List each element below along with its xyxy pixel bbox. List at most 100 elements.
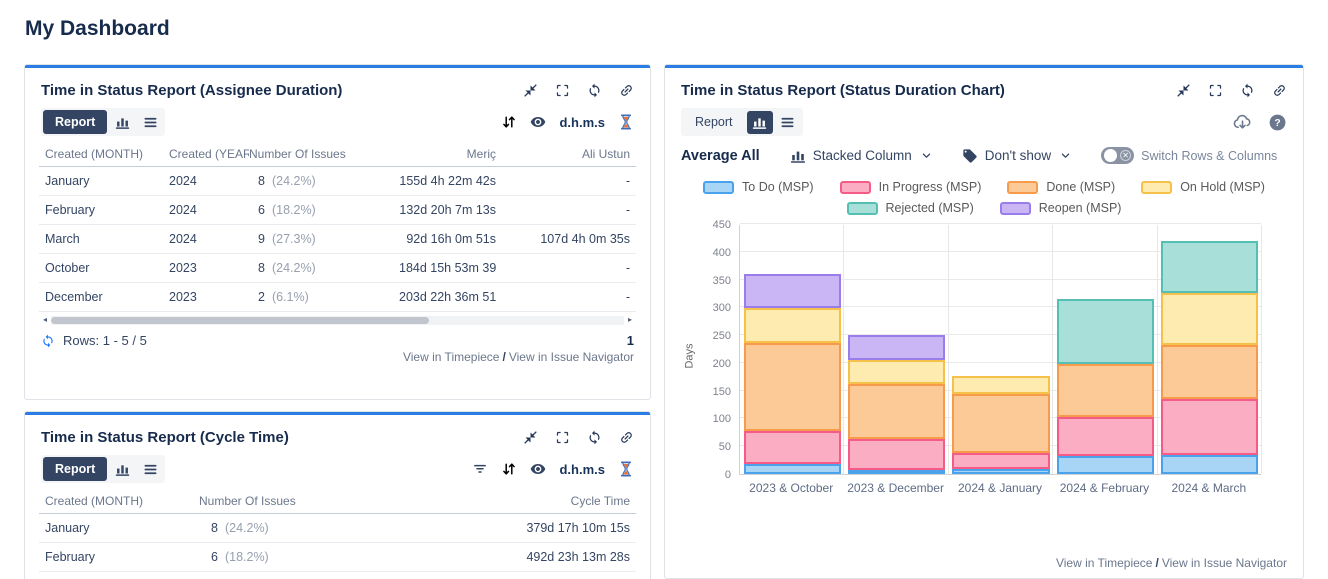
bar-segment — [1161, 293, 1258, 345]
col-header[interactable]: Ali Ustun — [496, 147, 630, 161]
chart-plot-area — [739, 225, 1261, 475]
cell-issues: 8(24.2%) — [249, 174, 399, 188]
cell-duration: - — [496, 261, 630, 275]
sort-icon[interactable] — [501, 461, 517, 477]
link-icon[interactable] — [619, 430, 634, 445]
list-menu-icon[interactable] — [137, 111, 163, 134]
cell-month: December — [45, 290, 169, 304]
cell-duration: 184d 15h 53m 39s — [399, 261, 496, 275]
metric-eye-icon[interactable] — [530, 114, 546, 130]
bar-chart-icon — [790, 148, 806, 164]
gadget-title: Time in Status Report (Status Duration C… — [681, 82, 1005, 99]
list-menu-icon[interactable] — [137, 458, 163, 481]
cell-year: 2023 — [169, 261, 249, 275]
table-row: March 2024 9(27.3%) 92d 16h 0m 51s 107d … — [39, 225, 636, 254]
cell-duration: 379d 17h 10m 15s — [410, 521, 630, 535]
legend-swatch — [840, 181, 871, 194]
legend-swatch — [703, 181, 734, 194]
toggle-off-x-icon: ✕ — [1120, 150, 1131, 161]
fullscreen-icon[interactable] — [555, 83, 570, 98]
bar-segment — [1057, 364, 1154, 417]
legend-item[interactable]: In Progress (MSP) — [840, 180, 982, 194]
legend-item[interactable]: Rejected (MSP) — [847, 201, 974, 215]
fullscreen-icon[interactable] — [555, 430, 570, 445]
legend-item[interactable]: Reopen (MSP) — [1000, 201, 1122, 215]
average-all-label[interactable]: Average All — [681, 148, 760, 164]
list-menu-icon[interactable] — [775, 111, 801, 134]
report-tab[interactable]: Report — [43, 457, 107, 481]
hourglass-icon[interactable] — [618, 114, 634, 130]
time-unit-label[interactable]: d.h.m.s — [559, 462, 605, 477]
bar-2024-february — [1053, 299, 1157, 474]
cell-duration: 492d 23h 13m 28s — [410, 550, 630, 564]
table-row: December 2023 2(6.1%) 203d 22h 36m 51s - — [39, 283, 636, 312]
fullscreen-icon[interactable] — [1208, 83, 1223, 98]
stacked-column-chart: Days 050100150200250300350400450 — [679, 225, 1289, 475]
scrollbar-track[interactable] — [51, 316, 624, 325]
tag-icon — [962, 148, 978, 164]
chart-type-dropdown[interactable]: Stacked Column — [790, 148, 932, 164]
switch-rows-columns-toggle[interactable]: ✕ — [1101, 147, 1134, 164]
col-header[interactable]: Cycle Time — [410, 494, 630, 508]
y-axis-title: Days — [679, 225, 695, 475]
col-header[interactable]: Number Of Issues — [199, 494, 410, 508]
collapse-icon[interactable] — [523, 83, 538, 98]
table-row: February 6(18.2%) 492d 23h 13m 28s — [39, 543, 636, 572]
cell-duration: 92d 16h 0m 51s — [399, 232, 496, 246]
cycle-table: Created (MONTH) Number Of Issues Cycle T… — [25, 484, 650, 572]
page-number[interactable]: 1 — [627, 333, 634, 348]
table-row: January 8(24.2%) 379d 17h 10m 15s — [39, 514, 636, 543]
refresh-icon[interactable] — [587, 83, 602, 98]
chevron-down-icon — [1060, 150, 1071, 161]
refresh-icon[interactable] — [1240, 83, 1255, 98]
bar-segment — [744, 274, 841, 308]
legend-item[interactable]: On Hold (MSP) — [1141, 180, 1265, 194]
legend-swatch — [1007, 181, 1038, 194]
col-header[interactable]: Number Of Issues — [249, 147, 399, 161]
link-icon[interactable] — [1272, 83, 1287, 98]
metric-eye-icon[interactable] — [530, 461, 546, 477]
chart-view-icon[interactable] — [747, 111, 773, 134]
cell-duration: 132d 20h 7m 13s — [399, 203, 496, 217]
cell-duration: 203d 22h 36m 51s — [399, 290, 496, 304]
legend-item[interactable]: To Do (MSP) — [703, 180, 814, 194]
col-header[interactable]: Meriç — [399, 147, 496, 161]
bar-segment — [1161, 455, 1258, 474]
view-in-timepiece-link[interactable]: View in Timepiece — [1056, 556, 1153, 570]
view-in-issue-navigator-link[interactable]: View in Issue Navigator — [1162, 556, 1287, 570]
link-icon[interactable] — [619, 83, 634, 98]
cell-year: 2024 — [169, 203, 249, 217]
report-tab[interactable]: Report — [683, 110, 745, 134]
label-display-dropdown[interactable]: Don't show — [962, 148, 1071, 164]
gridline — [740, 223, 1261, 224]
refresh-icon[interactable] — [587, 430, 602, 445]
legend-item[interactable]: Done (MSP) — [1007, 180, 1115, 194]
view-in-timepiece-link[interactable]: View in Timepiece — [403, 350, 500, 364]
collapse-icon[interactable] — [1176, 83, 1191, 98]
bar-segment — [1161, 241, 1258, 294]
time-unit-label[interactable]: d.h.m.s — [559, 115, 605, 130]
legend-label: Rejected (MSP) — [886, 201, 974, 215]
rows-refresh-icon[interactable] — [41, 334, 55, 348]
scrollbar-thumb[interactable] — [51, 317, 429, 324]
download-icon[interactable] — [1232, 112, 1253, 133]
col-header[interactable]: Created (MONTH) — [45, 147, 169, 161]
view-in-issue-navigator-link[interactable]: View in Issue Navigator — [509, 350, 634, 364]
collapse-icon[interactable] — [523, 430, 538, 445]
chart-view-icon[interactable] — [109, 111, 135, 134]
bar-segment — [744, 431, 841, 464]
scroll-left-icon[interactable]: ◂ — [40, 315, 50, 325]
sort-icon[interactable] — [501, 114, 517, 130]
bar-segment — [1161, 345, 1258, 399]
hourglass-icon[interactable] — [618, 461, 634, 477]
help-icon[interactable] — [1268, 113, 1287, 132]
scroll-right-icon[interactable]: ▸ — [625, 315, 635, 325]
report-tab[interactable]: Report — [43, 110, 107, 134]
horizontal-scrollbar[interactable]: ◂ ▸ — [40, 315, 635, 325]
col-header[interactable]: Created (MONTH) — [45, 494, 199, 508]
filter-icon[interactable] — [472, 461, 488, 477]
cell-issues: 2(6.1%) — [249, 290, 399, 304]
chart-view-icon[interactable] — [109, 458, 135, 481]
bar-segment — [1057, 417, 1154, 456]
col-header[interactable]: Created (YEAR) — [169, 147, 249, 161]
